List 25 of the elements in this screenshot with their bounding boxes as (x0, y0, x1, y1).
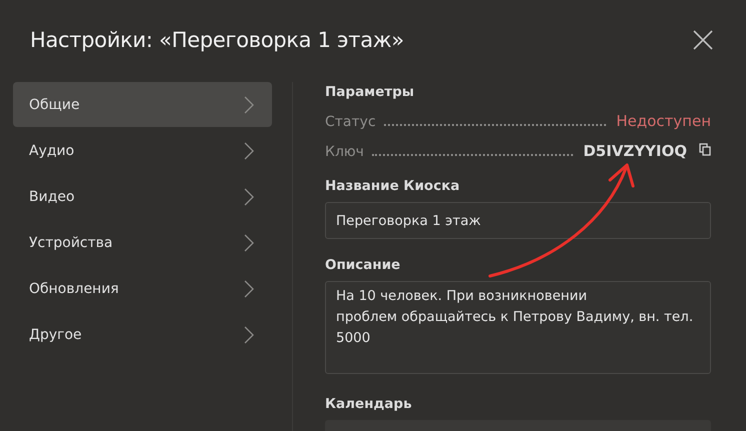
window-title: Настройки: «Переговорка 1 этаж» (30, 28, 404, 52)
sidebar-item[interactable]: Аудио (13, 128, 272, 173)
close-button[interactable] (692, 29, 714, 51)
field-label: Календарь (325, 396, 413, 412)
sidebar-item[interactable]: Общие (13, 82, 272, 127)
field-label: Описание (325, 257, 402, 273)
chevron-right-icon (244, 280, 254, 298)
copy-icon[interactable] (699, 143, 711, 156)
field-label: Название Киоска (325, 178, 461, 194)
sidebar-item[interactable]: Устройства (13, 220, 272, 265)
status-value: Недоступен (616, 112, 711, 130)
parameter-label: Ключ (325, 144, 364, 160)
chevron-right-icon (244, 142, 254, 160)
sidebar-item[interactable]: Видео (13, 174, 272, 219)
parameter-label: Статус (325, 114, 376, 130)
sidebar-item[interactable]: Другое (13, 312, 272, 357)
key-value: D5IVZYYIOQ (583, 142, 687, 160)
description-field[interactable]: На 10 человек. При возникновении проблем обращайтесь к Петрову Вадиму, вн. тел. 5000 (325, 281, 711, 374)
section-title: Параметры (325, 84, 416, 100)
sidebar-item[interactable]: Обновления (13, 266, 272, 311)
chevron-right-icon (244, 96, 254, 114)
chevron-right-icon (244, 234, 254, 252)
name-field[interactable]: Переговорка 1 этаж (325, 202, 711, 239)
chevron-right-icon (244, 326, 254, 344)
chevron-right-icon (244, 188, 254, 206)
